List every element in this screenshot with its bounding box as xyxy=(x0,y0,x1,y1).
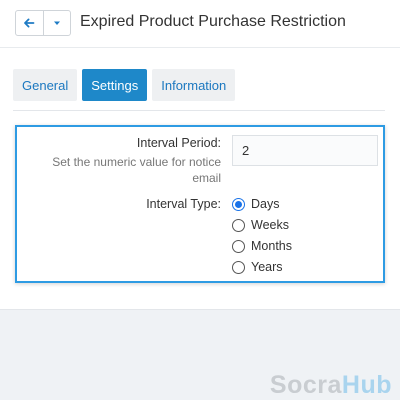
settings-panel: Interval Period: Set the numeric value f… xyxy=(15,125,385,283)
menu-dropdown-button[interactable] xyxy=(42,11,70,35)
watermark-part2: Hub xyxy=(341,371,392,399)
radio-days-label: Days xyxy=(251,197,280,211)
interval-period-input[interactable] xyxy=(232,135,378,166)
radio-option-months[interactable]: Months xyxy=(232,237,292,255)
interval-type-label: Interval Type: xyxy=(146,197,221,211)
tabs-divider xyxy=(13,110,385,111)
radio-option-years[interactable]: Years xyxy=(232,258,283,276)
arrow-left-icon xyxy=(24,18,35,28)
content-card: Expired Product Purchase Restriction Gen… xyxy=(0,0,400,310)
radio-option-days[interactable]: Days xyxy=(232,195,279,213)
tab-general[interactable]: General xyxy=(13,69,78,101)
page-title: Expired Product Purchase Restriction xyxy=(80,13,346,30)
watermark-logo: SocraHub xyxy=(270,371,392,400)
nav-button-group xyxy=(15,10,71,36)
tab-settings[interactable]: Settings xyxy=(82,69,148,101)
radio-years[interactable] xyxy=(232,260,245,274)
page-header: Expired Product Purchase Restriction xyxy=(0,0,400,48)
radio-months-label: Months xyxy=(251,239,292,253)
back-button[interactable] xyxy=(16,11,43,35)
radio-option-weeks[interactable]: Weeks xyxy=(232,216,289,234)
radio-weeks-label: Weeks xyxy=(251,218,289,232)
interval-period-help: Set the numeric value for notice email xyxy=(52,155,221,185)
watermark-part1: Socra xyxy=(269,371,342,399)
tab-information[interactable]: Information xyxy=(152,69,236,101)
caret-down-icon xyxy=(53,21,60,25)
radio-years-label: Years xyxy=(251,260,283,274)
interval-period-label: Interval Period: xyxy=(136,136,221,150)
tab-bar: General Settings Information xyxy=(13,69,240,101)
radio-weeks[interactable] xyxy=(232,218,245,232)
radio-months[interactable] xyxy=(232,239,245,253)
radio-days[interactable] xyxy=(232,197,245,211)
